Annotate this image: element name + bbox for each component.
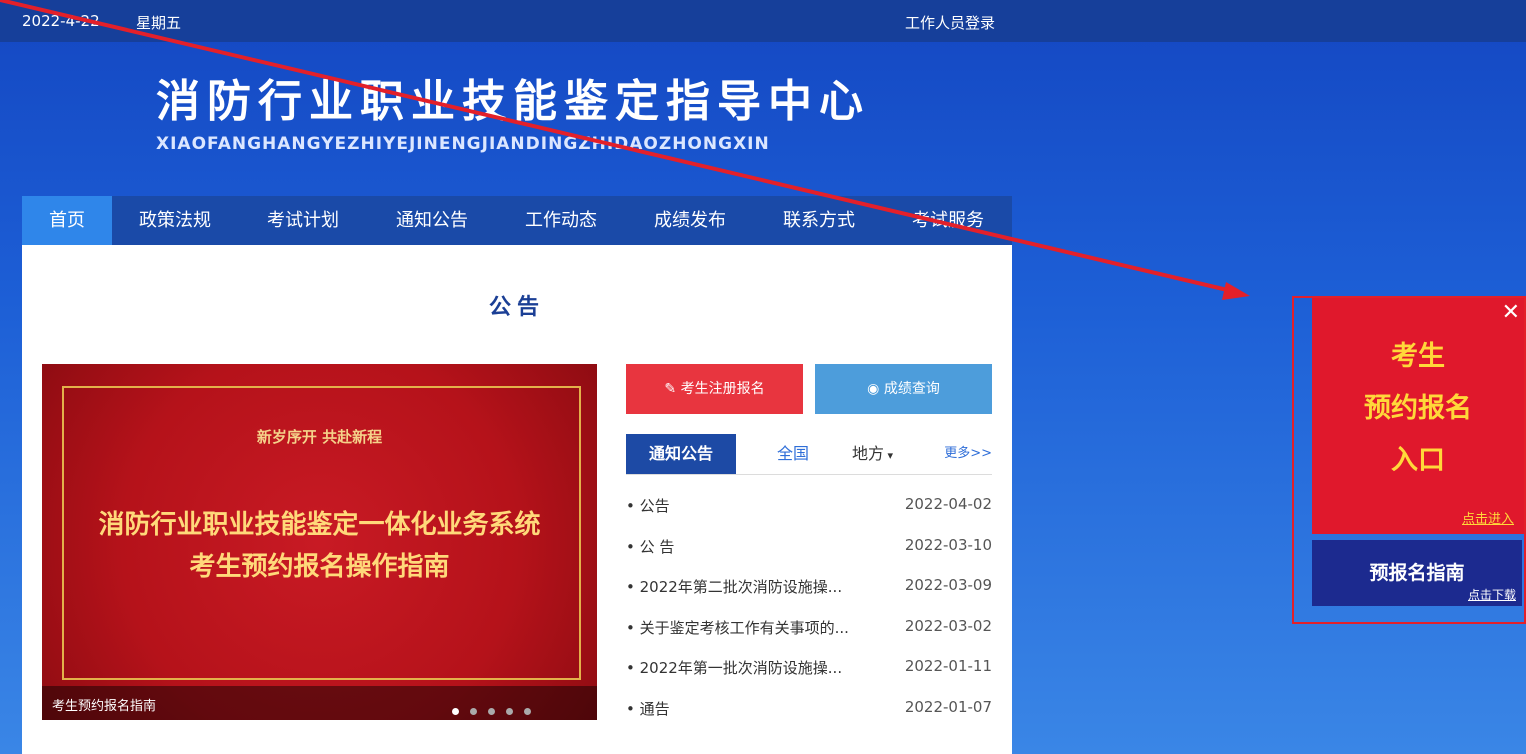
news-title: • 公 告	[626, 537, 675, 556]
medal-icon: ◉	[867, 381, 884, 397]
tab-notices[interactable]: 通知公告	[626, 434, 736, 474]
site-brand: 消防行业职业技能鉴定指导中心 XIAOFANGHANGYEZHIYEJINENG…	[156, 76, 870, 154]
nav-item-exam-plan[interactable]: 考试计划	[250, 196, 356, 245]
download-link[interactable]: 点击下载	[1468, 586, 1516, 603]
top-bar: 2022-4-22 星期五 工作人员登录	[0, 0, 1526, 42]
nav-item-results[interactable]: 成绩发布	[637, 196, 743, 245]
register-label: 考生注册报名	[680, 381, 765, 397]
news-item[interactable]: • 2022年第一批次消防设施操... 2022-01-11	[626, 649, 992, 690]
news-date: 2022-01-07	[904, 697, 992, 716]
news-list: • 公告 2022-04-02 • 公 告 2022-03-10 • 2022年第二…	[626, 487, 992, 731]
banner-carousel[interactable]: 新岁序开 共赴新程 消防行业职业技能鉴定一体化业务系统 考生预约报名操作指南 考…	[42, 364, 597, 720]
current-date: 2022-4-22	[22, 12, 100, 30]
entry-line-1: 考生	[1391, 341, 1445, 372]
main-content: 公告 新岁序开 共赴新程 消防行业职业技能鉴定一体化业务系统 考生预约报名操作指…	[22, 245, 1012, 754]
news-title: • 公告	[626, 497, 670, 515]
banner-subtitle: 新岁序开 共赴新程	[256, 428, 383, 446]
news-date: 2022-03-09	[904, 576, 992, 595]
entry-line-3: 入口	[1391, 445, 1445, 476]
news-item[interactable]: • 公 告 2022-03-10	[626, 528, 992, 569]
nav-item-exam-service[interactable]: 考试服务	[895, 196, 1001, 245]
register-button[interactable]: ✎ 考生注册报名	[626, 364, 803, 414]
edit-icon: ✎	[664, 381, 681, 397]
banner-caption-bar: 考生预约报名指南	[42, 686, 597, 720]
news-item[interactable]: • 通告 2022-01-07	[626, 690, 992, 731]
main-nav: 首页 政策法规 考试计划 通知公告 工作动态 成绩发布 联系方式 考试服务	[22, 196, 1012, 245]
news-date: 2022-03-02	[904, 616, 992, 635]
nav-item-contact[interactable]: 联系方式	[766, 196, 872, 245]
carousel-dot[interactable]	[469, 708, 477, 715]
more-link[interactable]: 更多>>	[944, 442, 992, 461]
nav-item-notices[interactable]: 通知公告	[379, 196, 485, 245]
tab-local[interactable]: 地方 ▾	[852, 434, 893, 474]
current-weekday: 星期五	[136, 14, 182, 32]
nav-item-work-news[interactable]: 工作动态	[508, 196, 614, 245]
banner-headline-2: 考生预约报名操作指南	[189, 552, 450, 582]
guide-title: 预报名指南	[1369, 562, 1465, 584]
nav-item-home[interactable]: 首页	[22, 196, 112, 245]
site-title-pinyin: XIAOFANGHANGYEZHIYEJINENGJIANDINGZHIDAOZ…	[156, 134, 770, 154]
news-item[interactable]: • 公告 2022-04-02	[626, 487, 992, 528]
carousel-dots	[446, 700, 531, 719]
score-label: 成绩查询	[883, 381, 940, 397]
registration-entry-card[interactable]: ✕ 考生 预约报名 入口 点击进入	[1312, 298, 1524, 534]
site-title: 消防行业职业技能鉴定指导中心	[156, 76, 870, 127]
carousel-dot[interactable]	[451, 708, 459, 715]
notice-tabs: 通知公告 全国 地方 ▾ 更多>>	[626, 434, 992, 475]
arrow-head	[1222, 282, 1250, 300]
banner-caption: 考生预约报名指南	[52, 699, 157, 714]
news-item[interactable]: • 关于鉴定考核工作有关事项的... 2022-03-02	[626, 609, 992, 650]
banner-headline-1: 消防行业职业技能鉴定一体化业务系统	[98, 510, 541, 540]
page-title: 公告	[488, 295, 545, 320]
nav-item-policy[interactable]: 政策法规	[122, 196, 228, 245]
news-title: • 关于鉴定考核工作有关事项的...	[626, 618, 849, 637]
news-date: 2022-03-10	[904, 535, 992, 554]
enter-link[interactable]: 点击进入	[1462, 508, 1514, 527]
carousel-dot[interactable]	[487, 708, 495, 715]
news-title: • 2022年第一批次消防设施操...	[626, 659, 843, 678]
score-query-button[interactable]: ◉ 成绩查询	[815, 364, 992, 414]
caret-down-icon: ▾	[884, 449, 894, 462]
carousel-dot[interactable]	[524, 708, 531, 715]
news-title: • 通告	[626, 699, 670, 718]
tab-local-label: 地方	[852, 444, 885, 463]
staff-login-link[interactable]: 工作人员登录	[905, 12, 995, 33]
tab-national[interactable]: 全国	[777, 434, 809, 474]
news-item[interactable]: • 2022年第二批次消防设施操... 2022-03-09	[626, 568, 992, 609]
news-date: 2022-04-02	[904, 495, 992, 513]
guide-card[interactable]: 预报名指南 点击下载	[1312, 540, 1522, 606]
floating-entry-panel: ✕ 考生 预约报名 入口 点击进入 预报名指南 点击下载	[1292, 296, 1526, 624]
entry-line-2: 预约报名	[1364, 393, 1472, 424]
news-date: 2022-01-11	[904, 657, 992, 676]
close-icon[interactable]: ✕	[1502, 300, 1520, 325]
carousel-dot[interactable]	[505, 708, 513, 715]
news-title: • 2022年第二批次消防设施操...	[626, 578, 843, 597]
